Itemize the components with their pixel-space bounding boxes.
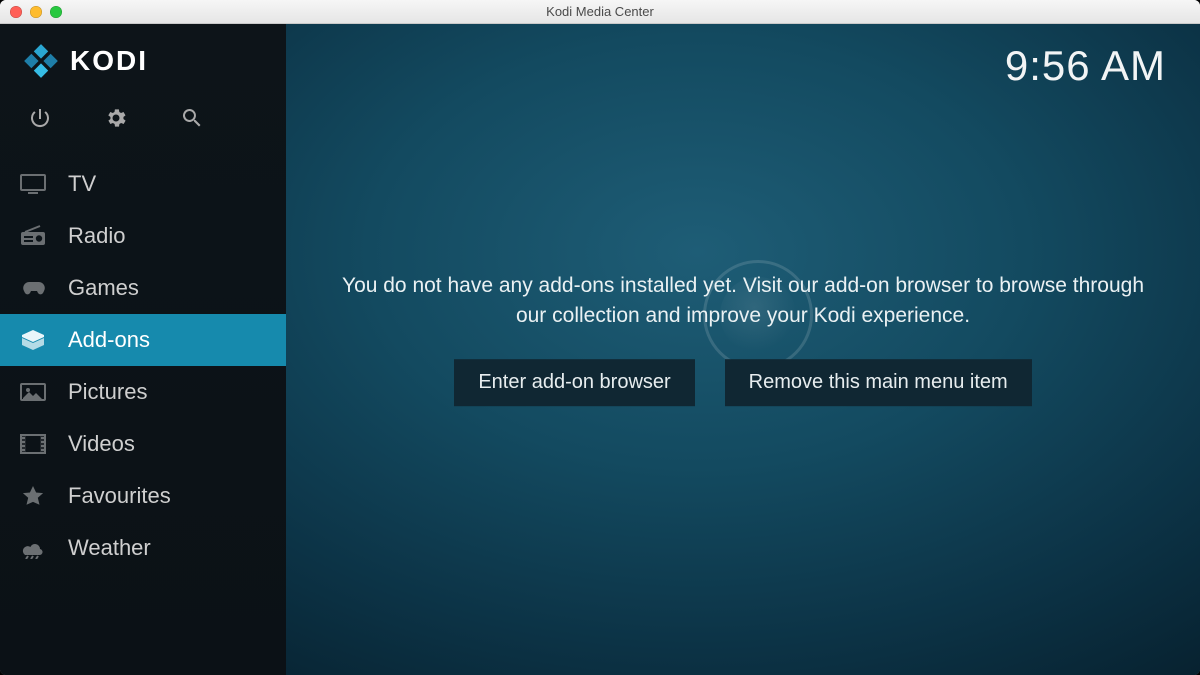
film-icon [18,431,48,457]
sidebar-item-label: Videos [68,431,135,457]
radio-icon [18,223,48,249]
kodi-app: KODI TV Radio [0,24,1200,675]
power-icon [28,106,52,130]
sidebar-item-label: Add-ons [68,327,150,353]
sidebar-item-label: Favourites [68,483,171,509]
gear-icon [104,106,128,130]
empty-state: You do not have any add-ons installed ye… [286,271,1200,407]
clock: 9:56 AM [1005,42,1166,90]
sidebar-item-pictures[interactable]: Pictures [0,366,286,418]
tv-icon [18,171,48,197]
search-button[interactable] [180,106,204,130]
sidebar-item-label: Radio [68,223,125,249]
empty-state-buttons: Enter add-on browser Remove this main me… [454,360,1031,407]
enter-addon-browser-button[interactable]: Enter add-on browser [454,360,694,407]
brand: KODI [0,24,286,88]
empty-state-message: You do not have any add-ons installed ye… [333,271,1153,332]
sidebar-item-favourites[interactable]: Favourites [0,470,286,522]
gamepad-icon [18,275,48,301]
sidebar-item-label: Weather [68,535,151,561]
sidebar-item-label: Pictures [68,379,147,405]
kodi-logo-icon [24,44,58,78]
system-icon-row [0,88,286,152]
sidebar-menu: TV Radio Games Add-ons Pictures [0,158,286,574]
box-icon [18,327,48,353]
sidebar-item-weather[interactable]: Weather [0,522,286,574]
sidebar: KODI TV Radio [0,24,286,675]
brand-name: KODI [70,45,148,77]
star-icon [18,483,48,509]
pictures-icon [18,379,48,405]
remove-menu-item-button[interactable]: Remove this main menu item [725,360,1032,407]
sidebar-item-radio[interactable]: Radio [0,210,286,262]
main-pane: 9:56 AM You do not have any add-ons inst… [286,24,1200,675]
window-title: Kodi Media Center [0,4,1200,19]
sidebar-item-label: TV [68,171,96,197]
search-icon [180,106,204,130]
weather-icon [18,535,48,561]
sidebar-item-games[interactable]: Games [0,262,286,314]
sidebar-item-addons[interactable]: Add-ons [0,314,286,366]
sidebar-item-videos[interactable]: Videos [0,418,286,470]
settings-button[interactable] [104,106,128,130]
mac-titlebar: Kodi Media Center [0,0,1200,24]
sidebar-item-label: Games [68,275,139,301]
sidebar-item-tv[interactable]: TV [0,158,286,210]
power-button[interactable] [28,106,52,130]
app-window: Kodi Media Center KODI [0,0,1200,675]
